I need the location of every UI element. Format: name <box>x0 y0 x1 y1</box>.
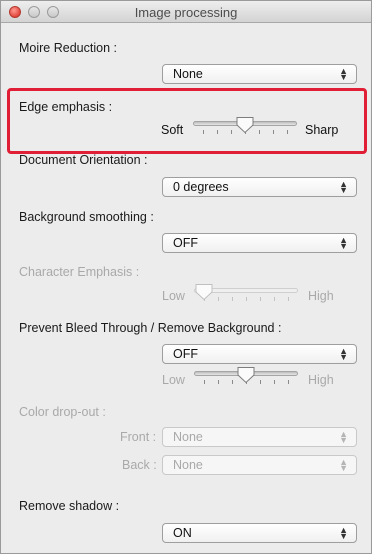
prevent-bleed-label: Prevent Bleed Through / Remove Backgroun… <box>19 321 282 335</box>
front-value: None <box>173 430 203 444</box>
prevent-bleed-value: OFF <box>173 347 198 361</box>
prevent-bleed-select[interactable]: OFF ▲ ▼ <box>162 344 357 364</box>
slider-tick <box>246 297 247 301</box>
prevent-bleed-low-label: Low <box>162 373 185 387</box>
slider-tick <box>218 380 219 384</box>
back-value: None <box>173 458 203 472</box>
slider-tick <box>232 297 233 301</box>
document-orientation-select[interactable]: 0 degrees ▲ ▼ <box>162 177 357 197</box>
slider-tick <box>288 297 289 301</box>
up-down-arrows-icon: ▲ ▼ <box>339 346 348 362</box>
document-orientation-value: 0 degrees <box>173 180 229 194</box>
slider-tick <box>274 297 275 301</box>
remove-shadow-label: Remove shadow : <box>19 499 120 513</box>
color-dropout-label: Color drop-out : <box>19 405 106 419</box>
prevent-bleed-slider[interactable] <box>194 366 298 386</box>
background-smoothing-select[interactable]: OFF ▲ ▼ <box>162 233 357 253</box>
remove-shadow-select[interactable]: ON ▲ ▼ <box>162 523 357 543</box>
background-smoothing-value: OFF <box>173 236 198 250</box>
background-smoothing-label: Background smoothing : <box>19 210 154 224</box>
moire-reduction-select[interactable]: None ▲ ▼ <box>162 64 357 84</box>
up-down-arrows-icon: ▲ ▼ <box>339 457 348 473</box>
document-orientation-label: Document Orientation : <box>19 153 148 167</box>
slider-tick <box>260 380 261 384</box>
edge-emphasis-highlight-box <box>7 88 367 154</box>
up-down-arrows-icon: ▲ ▼ <box>339 235 348 251</box>
up-down-arrows-icon: ▲ ▼ <box>339 66 348 82</box>
up-down-arrows-icon: ▲ ▼ <box>339 429 348 445</box>
slider-tick <box>218 297 219 301</box>
image-processing-window: Image processing Moire Reduction : None … <box>0 0 372 554</box>
character-emphasis-label: Character Emphasis : <box>19 265 140 279</box>
character-emphasis-slider <box>194 283 298 303</box>
front-label: Front : <box>120 430 157 444</box>
slider-thumb[interactable] <box>236 366 256 384</box>
window-title: Image processing <box>134 5 238 20</box>
prevent-bleed-high-label: High <box>308 373 334 387</box>
character-emphasis-low-label: Low <box>162 289 185 303</box>
moire-reduction-label: Moire Reduction : <box>19 41 117 55</box>
slider-tick <box>260 297 261 301</box>
front-select: None ▲ ▼ <box>162 427 357 447</box>
moire-reduction-value: None <box>173 67 203 81</box>
character-emphasis-high-label: High <box>308 289 334 303</box>
back-select: None ▲ ▼ <box>162 455 357 475</box>
remove-shadow-value: ON <box>173 526 192 540</box>
slider-tick <box>232 380 233 384</box>
up-down-arrows-icon: ▲ ▼ <box>339 179 348 195</box>
slider-tick <box>288 380 289 384</box>
title-bar: Image processing <box>1 1 371 23</box>
up-down-arrows-icon: ▲ ▼ <box>339 525 348 541</box>
slider-thumb <box>194 283 214 301</box>
back-label: Back : <box>122 458 157 472</box>
slider-tick <box>274 380 275 384</box>
slider-tick <box>204 380 205 384</box>
